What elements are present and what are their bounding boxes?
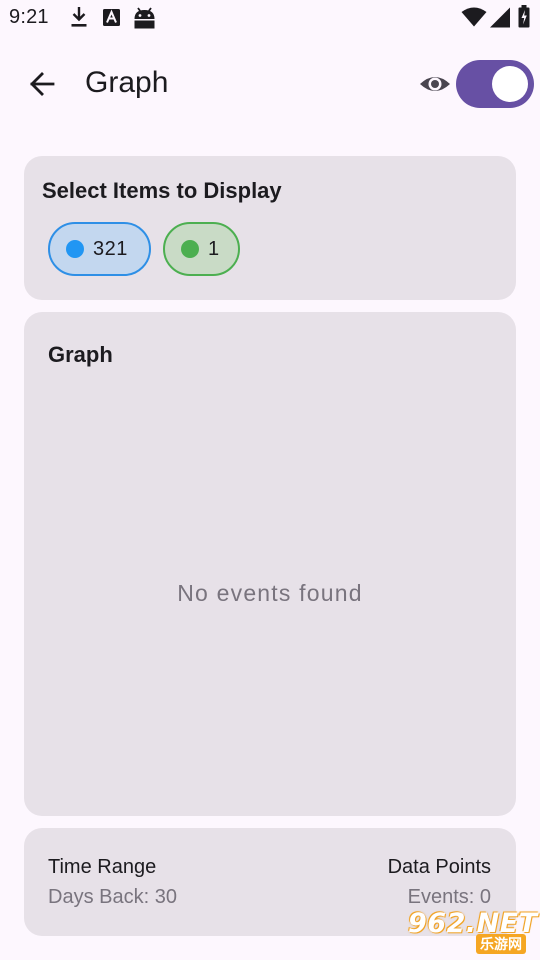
status-time: 9:21 [9,6,49,28]
signal-icon [490,7,510,28]
status-bar: 9:21 [0,0,540,36]
android-icon [134,7,155,29]
item-chip-321[interactable]: 321 [48,222,151,276]
download-icon [71,7,87,27]
chip-color-dot [66,240,84,258]
battery-icon [518,5,530,28]
item-chip-1[interactable]: 1 [163,222,240,276]
back-button[interactable] [18,60,66,108]
graph-card: Graph No events found [24,312,516,816]
chip-label: 321 [93,237,128,260]
visibility-toggle[interactable] [456,60,534,108]
empty-state-message: No events found [177,580,363,606]
select-items-heading: Select Items to Display [42,178,282,203]
graph-heading: Graph [48,342,113,367]
chip-label: 1 [208,237,220,260]
time-range-label: Time Range [48,856,157,878]
time-range-value: Days Back: 30 [48,886,177,908]
wifi-icon [461,7,487,27]
chip-color-dot [181,240,199,258]
top-app-bar: Graph [0,48,540,120]
watermark-subtext: 乐游网 [476,934,526,954]
select-items-card: Select Items to Display 321 1 [24,156,516,300]
page-title: Graph [85,66,169,99]
data-points-label: Data Points [387,856,491,878]
eye-icon [420,77,450,91]
a-badge-icon [103,9,120,26]
arrow-back-icon [30,72,55,96]
data-points-value: Events: 0 [407,886,491,908]
toggle-thumb [492,66,528,102]
watermark-logo: 962.NET 乐游网 [400,908,537,956]
